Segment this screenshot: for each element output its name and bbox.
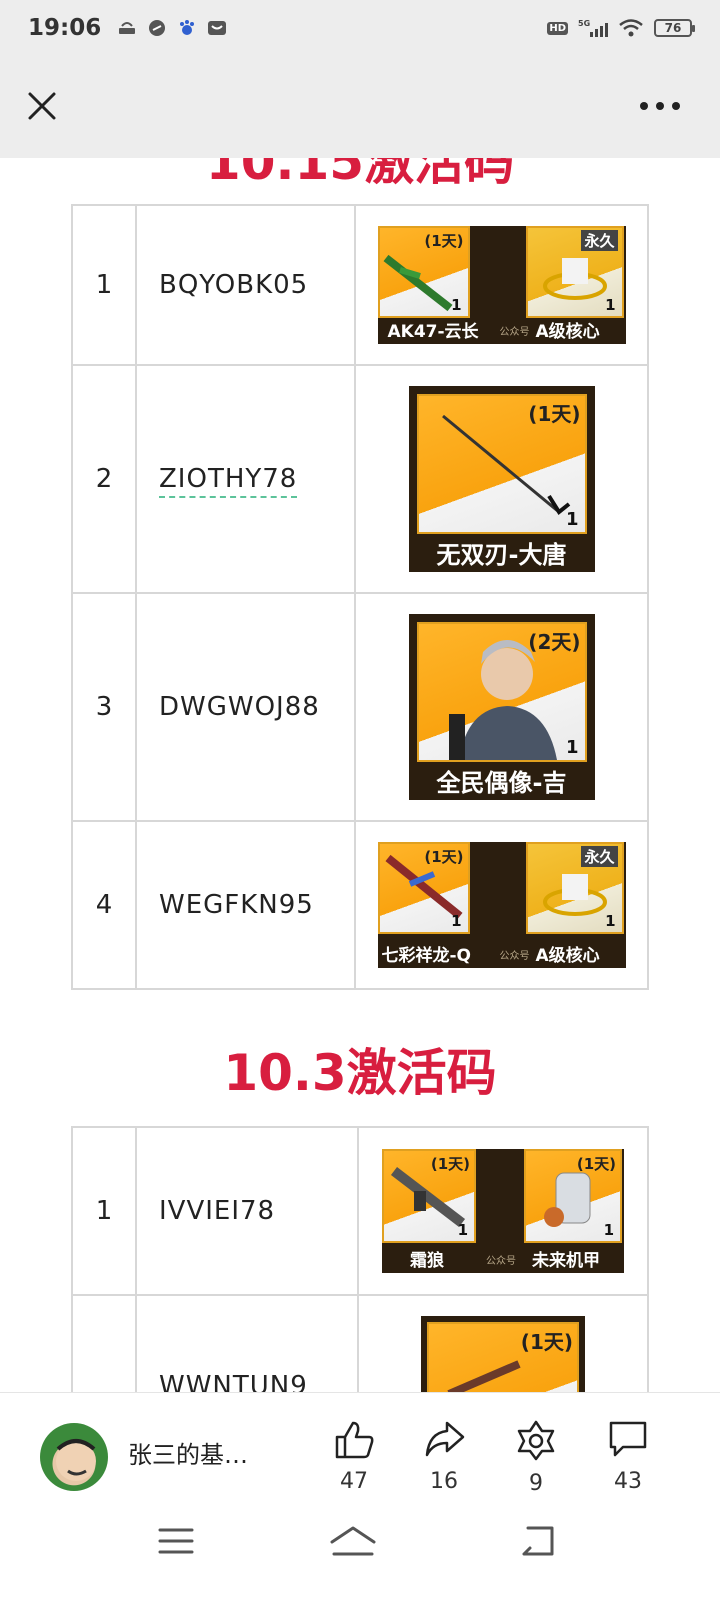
mail-icon: [207, 18, 227, 38]
like-button[interactable]: 47: [324, 1419, 384, 1494]
home-icon: [330, 1526, 376, 1556]
sync-icon: [147, 18, 167, 38]
favorite-count: 9: [529, 1471, 543, 1496]
status-bar: 19:06 HD 5G 76: [0, 0, 720, 56]
table-row: 1 BQYOBK05 (1天) 1 永久 1 AK47-云长 公众号 A级核心: [71, 204, 649, 366]
svg-text:5G: 5G: [578, 19, 590, 28]
close-icon: [28, 92, 56, 120]
section-heading: 10.3激活码: [223, 1044, 497, 1102]
reward-card-right: 永久 1: [525, 226, 624, 318]
more-icon: [640, 102, 648, 110]
status-time: 19:06: [28, 15, 102, 41]
router-icon: [117, 18, 137, 38]
row-index: 3: [71, 592, 137, 822]
activation-code[interactable]: DWGWOJ88: [135, 592, 356, 822]
comment-count: 43: [614, 1469, 642, 1494]
system-nav-bar: [0, 1502, 720, 1600]
reward-image[interactable]: (1天) 1 无双刃-大唐: [408, 386, 595, 572]
thumbs-up-icon: [335, 1421, 374, 1459]
menu-icon: [158, 1528, 194, 1554]
comment-button[interactable]: 43: [598, 1419, 658, 1494]
table-row: 4 WEGFKN95 (1天) 1 永久 1 七彩祥龙-Q 公众号 A级核心: [71, 820, 649, 990]
reward-image[interactable]: (1天) 1 永久 1 七彩祥龙-Q 公众号 A级核心: [377, 842, 626, 968]
activation-code[interactable]: ZIOTHY78: [159, 464, 298, 498]
activation-code[interactable]: IVVIEI78: [135, 1126, 359, 1296]
more-button[interactable]: [640, 96, 684, 116]
row-index: 1: [71, 1126, 137, 1296]
reward-card: (1天): [427, 1322, 579, 1392]
row-index: 2: [71, 364, 137, 594]
avatar-icon: [56, 1439, 96, 1481]
activation-code[interactable]: BQYOBK05: [135, 204, 356, 366]
back-icon: [522, 1526, 554, 1556]
interaction-bar: 张三的基… 47 16 9 43: [0, 1392, 720, 1502]
status-system-icons: HD 5G 76: [547, 18, 695, 38]
home-button[interactable]: [328, 1524, 378, 1564]
row-index: [71, 1294, 137, 1392]
reward-image[interactable]: (1天): [421, 1316, 585, 1392]
reward-image[interactable]: (1天) 1 永久 1 AK47-云长 公众号 A级核心: [377, 226, 626, 344]
section-heading-top: 10.15激活码: [205, 158, 515, 191]
table-row: 3 DWGWOJ88 (2天) 1 全民偶像-吉: [71, 592, 649, 822]
favorite-button[interactable]: 9: [506, 1419, 566, 1496]
reward-card-left: (1天) 1: [377, 226, 470, 318]
share-count: 16: [430, 1469, 458, 1494]
reward-image[interactable]: (1天) 1 (1天) 1 霜狼 公众号 未来机甲: [382, 1149, 624, 1273]
hd-icon: HD: [547, 21, 568, 35]
activation-code[interactable]: WEGFKN95: [135, 820, 356, 990]
share-icon: [425, 1421, 465, 1457]
menu-button[interactable]: [156, 1524, 206, 1564]
reward-card-right: (1天) 1: [524, 1149, 622, 1243]
star-icon: [517, 1420, 555, 1461]
row-index: 4: [71, 820, 137, 990]
share-button[interactable]: 16: [414, 1419, 474, 1494]
reward-card: (2天) 1: [416, 622, 587, 762]
reward-card-left: (1天) 1: [382, 1149, 476, 1243]
battery-icon: 76: [654, 19, 695, 37]
code-table-1: 1 BQYOBK05 (1天) 1 永久 1 AK47-云长 公众号 A级核心 …: [71, 204, 649, 990]
code-table-2: 1 IVVIEI78 (1天) 1 (1天) 1 霜狼 公众号 未来机甲 WWN…: [71, 1126, 649, 1392]
table-row: 1 IVVIEI78 (1天) 1 (1天) 1 霜狼 公众号 未来机甲: [71, 1126, 649, 1296]
baidu-icon: [177, 18, 197, 38]
close-button[interactable]: [22, 86, 62, 126]
signal-icon: 5G: [578, 18, 608, 38]
activation-code[interactable]: WWNTUN9: [135, 1294, 359, 1392]
article-content: 10.15激活码 1 BQYOBK05 (1天) 1 永久 1 AK47-云长 …: [0, 158, 720, 1392]
table-row: 2 ZIOTHY78 (1天) 1 无双刃-大唐: [71, 364, 649, 594]
table-row: WWNTUN9 (1天): [71, 1294, 649, 1392]
reward-card-right: 永久 1: [525, 842, 624, 934]
account-avatar[interactable]: [40, 1423, 108, 1491]
reward-card: (1天) 1: [416, 394, 587, 534]
row-index: 1: [71, 204, 137, 366]
comment-icon: [609, 1421, 647, 1457]
account-name[interactable]: 张三的基…: [128, 1435, 248, 1470]
like-count: 47: [340, 1469, 368, 1494]
back-button[interactable]: [516, 1524, 566, 1564]
wifi-icon: [618, 18, 644, 38]
reward-card-left: (1天) 1: [377, 842, 470, 934]
reward-image[interactable]: (2天) 1 全民偶像-吉: [408, 614, 595, 800]
status-notification-icons: [117, 18, 227, 38]
top-app-bar: [0, 56, 720, 158]
